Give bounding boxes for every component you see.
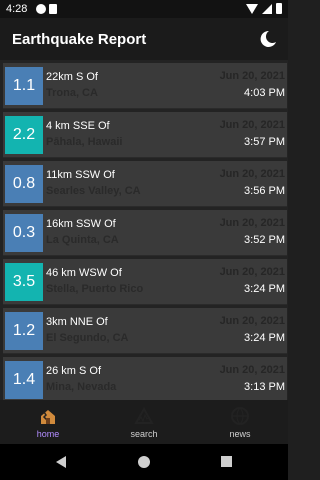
- quake-date: Jun 20, 2021: [219, 217, 285, 229]
- earthquake-row[interactable]: 0.8 11km SSW Of Searles Valley, CA Jun 20, …: [3, 161, 287, 207]
- earthquake-row[interactable]: 2.2 4 km SSE Of Pāhala, Hawaii Jun 20, 2021…: [3, 112, 287, 158]
- location-primary: Pāhala, Hawaii: [46, 136, 123, 148]
- location-primary: El Segundo, CA: [46, 332, 129, 344]
- signal-icon: [262, 3, 272, 14]
- location-offset: 4 km SSE Of: [46, 120, 110, 132]
- quake-date: Jun 20, 2021: [219, 266, 285, 278]
- quake-time: 3:56 PM: [244, 185, 285, 197]
- bottom-nav: home search news: [0, 400, 288, 444]
- magnitude-badge: 0.8: [5, 165, 43, 203]
- location-primary: La Quinta, CA: [46, 234, 119, 246]
- app-notification-icon: [36, 4, 46, 14]
- nav-search-label: search: [130, 429, 158, 439]
- quake-date: Jun 20, 2021: [219, 119, 285, 131]
- back-icon[interactable]: [56, 456, 66, 468]
- quake-time: 3:24 PM: [244, 332, 285, 344]
- magnitude-badge: 1.4: [5, 361, 43, 399]
- magnitude-badge: 0.3: [5, 214, 43, 252]
- magnitude-badge: 2.2: [5, 116, 43, 154]
- home-icon[interactable]: [138, 456, 150, 468]
- quake-time: 3:24 PM: [244, 283, 285, 295]
- system-nav-bar: [0, 444, 288, 480]
- location-offset: 11km SSW Of: [46, 169, 115, 181]
- status-bar: 4:28: [0, 0, 288, 18]
- location-primary: Mina, Nevada: [46, 381, 117, 393]
- nav-search[interactable]: search: [96, 400, 192, 444]
- earthquake-house-icon: [41, 410, 55, 424]
- magnitude-badge: 1.1: [5, 67, 43, 105]
- nav-news[interactable]: news: [192, 400, 288, 444]
- location-primary: Stella, Puerto Rico: [46, 283, 144, 295]
- nav-news-label: news: [229, 429, 251, 439]
- screen: 4:28 Earthquake Report 1.1 22km S Of Trona…: [0, 0, 288, 480]
- sim-card-icon: [49, 4, 57, 14]
- earthquake-row[interactable]: 3.5 46 km WSW Of Stella, Puerto Rico Jun 20…: [3, 259, 287, 305]
- quake-time: 4:03 PM: [244, 87, 285, 99]
- magnitude-badge: 1.2: [5, 312, 43, 350]
- moon-icon[interactable]: [258, 29, 278, 49]
- seismograph-icon: [134, 406, 154, 424]
- quake-time: 3:52 PM: [244, 234, 285, 246]
- location-offset: 16km SSW Of: [46, 218, 116, 230]
- wifi-icon: [246, 3, 258, 14]
- earthquake-list[interactable]: 1.1 22km S Of Trona, CA Jun 20, 2021 4:03 PM…: [0, 60, 288, 400]
- notification-icons: [36, 4, 57, 14]
- location-offset: 26 km S Of: [46, 365, 102, 377]
- location-offset: 22km S Of: [46, 71, 98, 83]
- earthquake-row[interactable]: 1.1 22km S Of Trona, CA Jun 20, 2021 4:03 PM: [3, 63, 287, 109]
- location-primary: Trona, CA: [46, 87, 98, 99]
- location-offset: 3km NNE Of: [46, 316, 108, 328]
- quake-date: Jun 20, 2021: [219, 364, 285, 376]
- earthquake-row[interactable]: 0.3 16km SSW Of La Quinta, CA Jun 20, 2021 3…: [3, 210, 287, 256]
- status-right: [246, 3, 282, 14]
- quake-time: 3:57 PM: [244, 136, 285, 148]
- quake-time: 3:13 PM: [244, 381, 285, 393]
- recents-icon[interactable]: [221, 456, 232, 467]
- battery-icon: [276, 3, 282, 14]
- status-time: 4:28: [6, 3, 28, 15]
- location-primary: Searles Valley, CA: [46, 185, 141, 197]
- magnitude-badge: 3.5: [5, 263, 43, 301]
- earthquake-row[interactable]: 1.4 26 km S Of Mina, Nevada Jun 20, 2021 3:1…: [3, 357, 287, 400]
- quake-date: Jun 20, 2021: [219, 315, 285, 327]
- app-bar: Earthquake Report: [0, 18, 288, 60]
- quake-date: Jun 20, 2021: [219, 70, 285, 82]
- quake-date: Jun 20, 2021: [219, 168, 285, 180]
- app-title: Earthquake Report: [12, 31, 147, 48]
- location-offset: 46 km WSW Of: [46, 267, 122, 279]
- nav-home[interactable]: home: [0, 400, 96, 444]
- earthquake-row[interactable]: 1.2 3km NNE Of El Segundo, CA Jun 20, 2021 3…: [3, 308, 287, 354]
- nav-home-label: home: [36, 429, 60, 439]
- globe-news-icon: [231, 407, 249, 425]
